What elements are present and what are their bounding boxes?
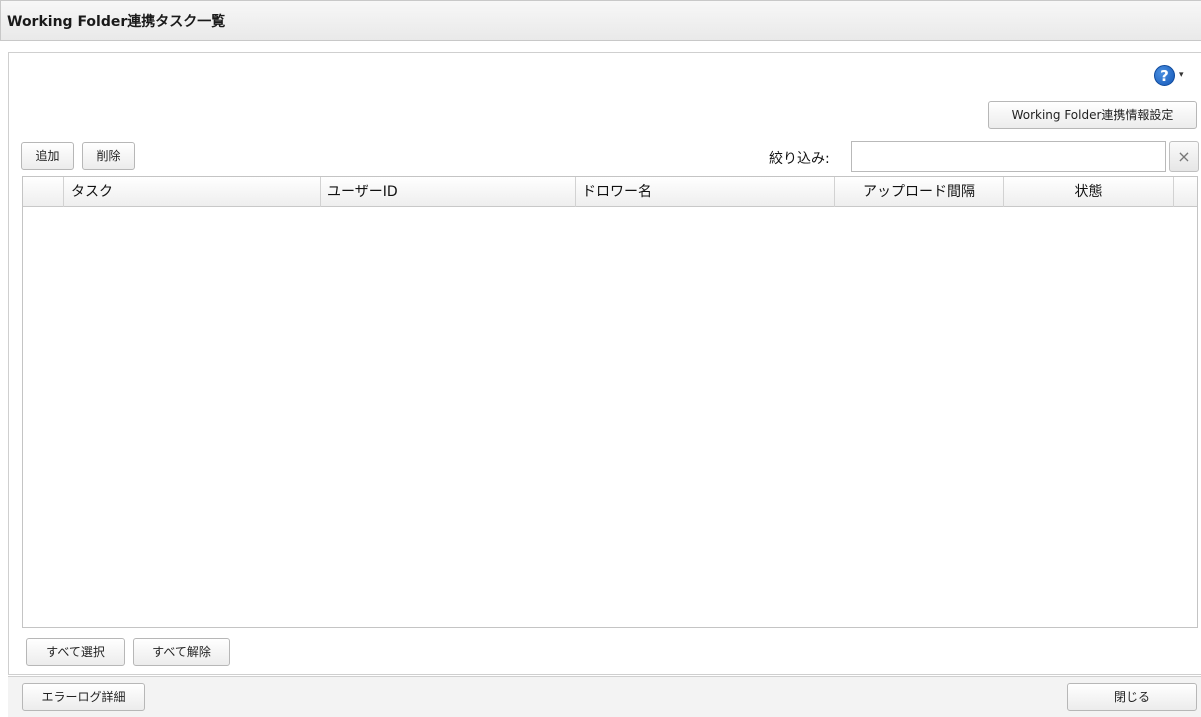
task-table: タスク ユーザーID ドロワー名 アップロード間隔 状態 — [22, 176, 1198, 628]
footer-bar — [8, 676, 1201, 717]
add-button[interactable]: 追加 — [21, 142, 74, 170]
column-header-select[interactable] — [23, 177, 64, 207]
filter-input[interactable] — [851, 141, 1166, 172]
window-title-bar: Working Folder連携タスク一覧 — [0, 0, 1201, 41]
column-header-task[interactable]: タスク — [64, 177, 321, 207]
filter-label: 絞り込み: — [769, 151, 830, 167]
window-title: Working Folder連携タスク一覧 — [7, 14, 226, 30]
column-header-status[interactable]: 状態 — [1004, 177, 1174, 207]
column-header-user-id[interactable]: ユーザーID — [321, 177, 576, 207]
chevron-down-icon: ▾ — [1179, 70, 1184, 80]
error-log-details-button[interactable]: エラーログ詳細 — [22, 683, 145, 711]
deselect-all-button[interactable]: すべて解除 — [133, 638, 230, 666]
question-circle-icon: ? — [1154, 64, 1175, 86]
help-menu-button[interactable]: ? ▾ — [1154, 63, 1198, 87]
delete-button[interactable]: 削除 — [82, 142, 135, 170]
clear-filter-button[interactable]: × — [1169, 141, 1199, 172]
table-body — [23, 208, 1197, 627]
table-header: タスク ユーザーID ドロワー名 アップロード間隔 状態 — [23, 177, 1197, 207]
select-all-button[interactable]: すべて選択 — [26, 638, 125, 666]
close-button[interactable]: 閉じる — [1067, 683, 1197, 711]
working-folder-settings-button[interactable]: Working Folder連携情報設定 — [988, 101, 1197, 129]
column-header-upload-interval[interactable]: アップロード間隔 — [835, 177, 1004, 207]
column-header-drawer-name[interactable]: ドロワー名 — [576, 177, 835, 207]
